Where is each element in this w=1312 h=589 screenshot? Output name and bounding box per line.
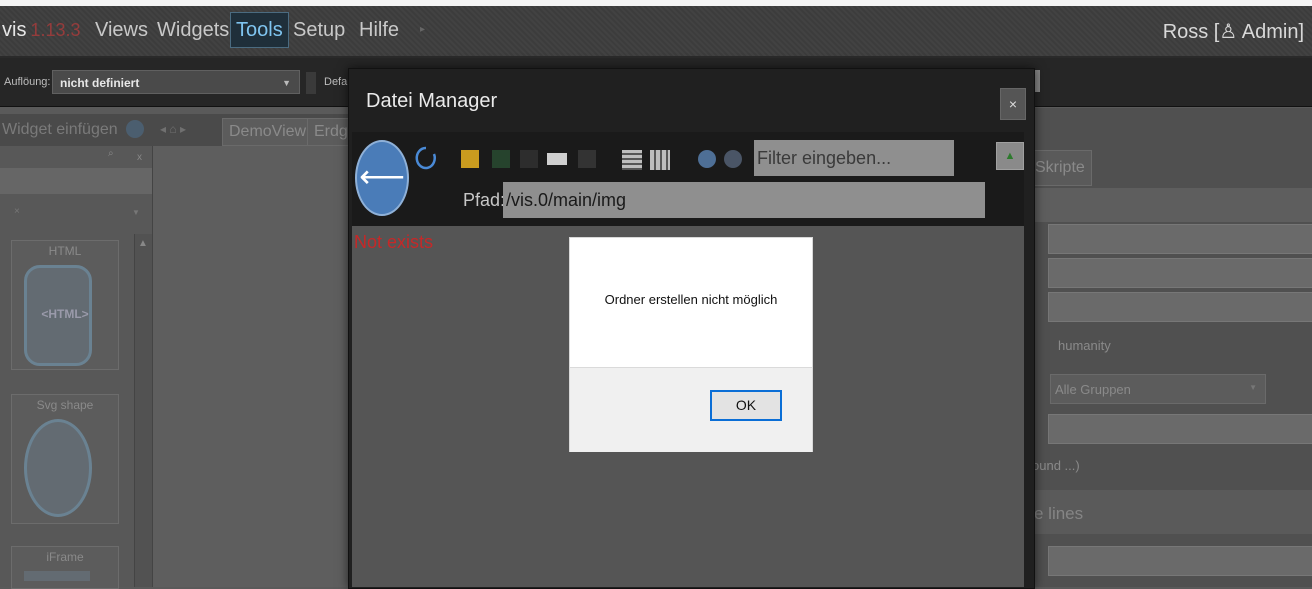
add-widget-icon[interactable] — [126, 120, 144, 138]
widget-label: iFrame — [46, 550, 84, 564]
property-field[interactable] — [1048, 224, 1312, 254]
widget-preview — [24, 419, 92, 517]
widget-label: Svg shape — [36, 398, 94, 412]
grid-view-icon[interactable] — [650, 150, 670, 170]
stop-icon[interactable] — [724, 150, 742, 168]
menu-setup[interactable]: Setup — [288, 13, 350, 47]
rename-icon[interactable] — [547, 153, 567, 165]
alert-footer: OK — [570, 367, 812, 452]
app-brand: vis 1.13.3 — [2, 19, 81, 42]
menu-arrow-icon: ▸ — [420, 24, 426, 35]
palette-filter-row[interactable] — [0, 168, 152, 194]
property-field[interactable] — [1048, 292, 1312, 322]
widget-card-html[interactable]: HTML <HTML> — [11, 240, 119, 370]
scroll-up-icon[interactable]: ▲ — [138, 238, 148, 249]
section-header: e lines — [1032, 490, 1312, 534]
refresh-icon[interactable] — [414, 145, 438, 171]
tab-demoview[interactable]: DemoView — [222, 118, 314, 146]
palette-clear-icon[interactable]: × — [14, 206, 20, 217]
ok-button[interactable]: OK — [710, 390, 782, 421]
widget-label: HTML — [48, 244, 82, 258]
group-value: Alle Gruppen — [1055, 382, 1131, 397]
app-version: 1.13.3 — [30, 20, 81, 40]
app-name: vis — [2, 19, 27, 41]
widget-preview — [24, 571, 90, 581]
new-folder-icon[interactable] — [461, 150, 479, 168]
view-canvas — [153, 146, 348, 587]
chevron-down-icon: ▼ — [1249, 383, 1257, 392]
palette-dropdown-icon[interactable]: ▼ — [132, 208, 140, 217]
dialog-title: Datei Manager — [366, 90, 498, 112]
dialog-close-button[interactable]: × — [1000, 88, 1026, 120]
spinner-icon[interactable] — [306, 72, 316, 94]
upload-icon[interactable] — [492, 150, 510, 168]
widget-card-iframe[interactable]: iFrame — [11, 546, 119, 589]
section-title: e lines — [1034, 504, 1084, 523]
widget-card-svg[interactable]: Svg shape — [11, 394, 119, 524]
back-button[interactable]: ⟵ — [355, 140, 409, 216]
background-value: ound ...) — [1032, 458, 1080, 473]
nav-icons[interactable]: ◂ ⌂ ▸ — [160, 122, 186, 136]
property-field[interactable] — [1048, 546, 1312, 576]
resolution-select[interactable]: nicht definiert ▼ — [52, 70, 300, 94]
user-label[interactable]: Ross [♙ Admin] — [1163, 19, 1304, 44]
theme-value: humanity — [1058, 338, 1111, 353]
default-label: Defa — [324, 76, 348, 88]
menu-help[interactable]: Hilfe — [354, 13, 404, 47]
download-icon[interactable] — [520, 150, 538, 168]
list-view-icon[interactable] — [622, 150, 642, 170]
chevron-down-icon: ▼ — [282, 78, 291, 88]
html-preview-text: <HTML> — [41, 307, 89, 321]
play-icon[interactable] — [698, 150, 716, 168]
widget-insert-label: Widget einfügen — [2, 121, 118, 138]
panel-header — [1032, 188, 1312, 222]
menu-tools[interactable]: Tools — [230, 12, 289, 48]
filter-input[interactable]: Filter eingeben... — [754, 140, 954, 176]
menu-views[interactable]: Views — [90, 13, 153, 47]
alert-message: Ordner erstellen nicht möglich — [604, 292, 778, 307]
resolution-value: nicht definiert — [60, 76, 140, 90]
delete-icon[interactable] — [578, 150, 596, 168]
search-icon[interactable]: ⌕ — [108, 148, 114, 159]
arrow-left-icon: ⟵ — [359, 158, 405, 194]
warning-icon[interactable]: ▲ — [996, 142, 1024, 170]
resolution-label: Auflöung: — [4, 76, 51, 88]
group-select[interactable]: Alle Gruppen ▼ — [1050, 374, 1266, 404]
menu-widgets[interactable]: Widgets — [152, 13, 234, 47]
status-message: Not exists — [354, 232, 434, 252]
property-field[interactable] — [1048, 414, 1312, 444]
close-icon[interactable]: x — [137, 152, 142, 163]
tab-scripts[interactable]: Skripte — [1032, 150, 1092, 186]
alert-dialog: Ordner erstellen nicht möglich OK — [569, 237, 813, 452]
path-label: Pfad: — [463, 190, 506, 210]
path-input[interactable]: /vis.0/main/img — [503, 182, 985, 218]
palette-scrollbar[interactable] — [134, 234, 152, 587]
property-field[interactable] — [1048, 258, 1312, 288]
